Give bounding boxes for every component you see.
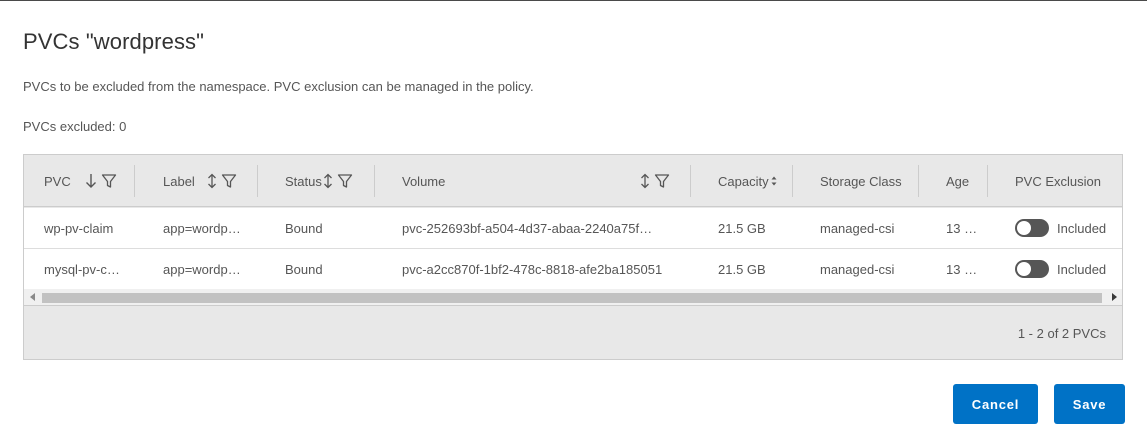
column-header-pvc-exclusion[interactable]: PVC Exclusion [1015, 155, 1101, 207]
cell-volume: pvc-a2cc870f-1bf2-478c-8818-afe2ba185051 [402, 261, 663, 277]
excluded-count: PVCs excluded: 0 [23, 119, 127, 134]
cell-age: 13 … [946, 220, 978, 236]
toggle-knob [1017, 221, 1031, 235]
cell-label: app=wordp… [163, 220, 241, 236]
pagination-text: 1 - 2 of 2 PVCs [1017, 325, 1106, 341]
column-separator[interactable] [257, 165, 258, 197]
cancel-button[interactable]: Cancel [953, 384, 1038, 424]
column-separator[interactable] [690, 165, 691, 197]
column-header-label[interactable]: Label [163, 155, 237, 207]
column-header-storage-class[interactable]: Storage Class [820, 155, 902, 207]
toggle-knob [1017, 262, 1031, 276]
horizontal-scrollbar[interactable] [24, 289, 1122, 306]
scrollbar-thumb[interactable] [42, 293, 1102, 303]
pvc-exclusion-toggle[interactable] [1015, 219, 1049, 237]
cell-capacity: 21.5 GB [718, 261, 766, 277]
column-separator[interactable] [918, 165, 919, 197]
table-header: PVC Label Status Volume Capacity Storage… [24, 155, 1122, 207]
cell-pvc: mysql-pv-c… [44, 261, 120, 277]
sort-icon[interactable] [207, 173, 217, 189]
datagrid-footer: 1 - 2 of 2 PVCs [24, 307, 1122, 359]
column-label-pvc: PVC [44, 173, 71, 189]
filter-icon[interactable] [221, 173, 237, 189]
column-separator[interactable] [134, 165, 135, 197]
cell-capacity: 21.5 GB [718, 220, 766, 236]
dialog-description: PVCs to be excluded from the namespace. … [23, 79, 534, 94]
filter-icon[interactable] [101, 173, 117, 189]
column-header-pvc[interactable]: PVC [44, 155, 117, 207]
sort-icon[interactable] [323, 173, 333, 189]
cell-status: Bound [285, 220, 323, 236]
save-button[interactable]: Save [1054, 384, 1125, 424]
pvc-datagrid: PVC Label Status Volume Capacity Storage… [23, 154, 1123, 360]
cell-age: 13 … [946, 261, 978, 277]
scroll-left-arrow-icon[interactable] [25, 289, 41, 305]
filter-icon[interactable] [337, 173, 353, 189]
cell-storage-class: managed-csi [820, 261, 895, 277]
column-header-volume[interactable]: Volume [402, 155, 445, 207]
toggle-label: Included [1057, 261, 1107, 277]
column-separator[interactable] [374, 165, 375, 197]
column-header-status[interactable]: Status [285, 155, 353, 207]
cell-storage-class: managed-csi [820, 220, 895, 236]
table-row[interactable]: wp-pv-claim app=wordp… Bound pvc-252693b… [24, 208, 1122, 249]
filter-icon[interactable] [654, 173, 670, 189]
column-header-age[interactable]: Age [946, 155, 969, 207]
toggle-label: Included [1057, 220, 1107, 236]
cell-volume: pvc-252693bf-a504-4d37-abaa-2240a75f… [402, 220, 653, 236]
table-row[interactable]: mysql-pv-c… app=wordp… Bound pvc-a2cc870… [24, 249, 1122, 290]
dialog-title: PVCs "wordpress" [23, 29, 205, 54]
scroll-right-arrow-icon[interactable] [1106, 289, 1122, 305]
column-label-label: Label [163, 173, 195, 189]
column-label-age: Age [946, 173, 970, 189]
column-label-status: Status [285, 173, 322, 189]
column-label-pvc-exclusion: PVC Exclusion [1015, 173, 1101, 189]
column-header-capacity[interactable]: Capacity [718, 155, 777, 207]
sort-descending-icon[interactable] [85, 173, 97, 189]
top-border [0, 0, 1147, 1]
column-separator[interactable] [792, 165, 793, 197]
column-separator[interactable] [987, 165, 988, 197]
volume-header-controls [640, 155, 670, 207]
column-label-storage-class: Storage Class [820, 173, 902, 189]
cell-status: Bound [285, 261, 323, 277]
column-label-capacity: Capacity [718, 173, 769, 189]
cell-pvc: wp-pv-claim [44, 220, 114, 236]
column-label-volume: Volume [402, 173, 446, 189]
sort-icon[interactable] [640, 173, 650, 189]
sort-icon[interactable] [771, 176, 777, 186]
cell-label: app=wordp… [163, 261, 241, 277]
pvc-exclusion-toggle[interactable] [1015, 260, 1049, 278]
